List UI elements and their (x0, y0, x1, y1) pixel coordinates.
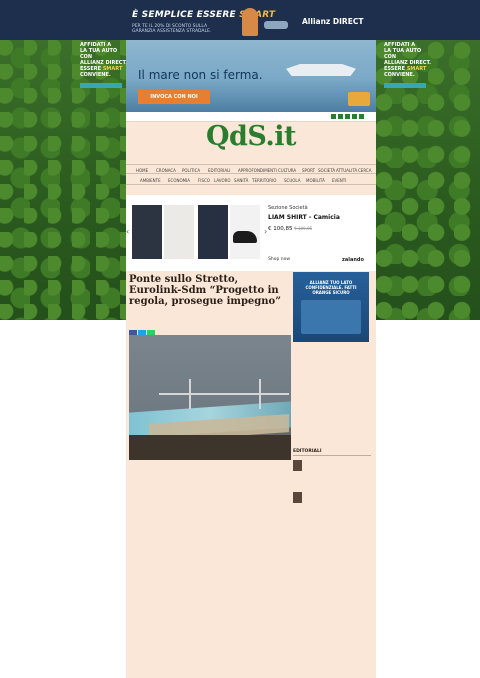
nav-item-2[interactable]: CRONACA (156, 168, 176, 173)
product-ad[interactable]: ‹ › Sezione Società LIAM SHIRT - Camicia… (126, 195, 376, 271)
share-buttons (129, 323, 156, 338)
main-nav: HOME CRONACA POLITICA EDITORIALI APPROFO… (126, 164, 376, 174)
secondary-nav: AMBIENTE ECONOMIA FISCO LAVORO SANITÀ TE… (126, 175, 376, 185)
side-ad-title: AFFIDATI A LA TUA AUTO CON ALLIANZ DIREC… (80, 42, 130, 78)
nav2-item-1[interactable]: AMBIENTE (140, 178, 161, 183)
allianz-direct-logo: Allianz DIRECT (302, 17, 363, 26)
nav-item-1[interactable]: HOME (136, 168, 148, 173)
sidebar-ad-image (301, 300, 361, 334)
nav2-item-2[interactable]: ECONOMIA (168, 178, 190, 183)
chevron-right-icon[interactable]: › (264, 227, 267, 236)
logo-main: QdS (205, 121, 266, 152)
skin-right-ad-text[interactable]: AFFIDATI A LA TUA AUTO CON ALLIANZ DIREC… (384, 42, 434, 88)
sea-ad-logo (348, 92, 370, 106)
shop-now-link[interactable]: Shop now (268, 257, 290, 262)
top-banner-ad[interactable]: È SEMPLICE ESSERE SMART PER TE IL 20% DI… (126, 6, 376, 38)
product-info: Sezione Società LIAM SHIRT - Camicia € 1… (268, 205, 372, 263)
article-title: Ponte sullo Stretto, Eurolink-Sdm “Proge… (129, 274, 281, 307)
side-ad-r-line2: LA TUA AUTO CON (384, 48, 422, 60)
product-photo-3[interactable] (198, 205, 228, 259)
product-store: Sezione Società (268, 205, 308, 211)
instagram-icon[interactable] (345, 114, 350, 119)
author-avatar (293, 460, 302, 471)
side-ad-button[interactable] (80, 83, 122, 88)
author-avatar (293, 492, 302, 503)
nav2-item-4[interactable]: LAVORO (214, 178, 231, 183)
product-name[interactable]: LIAM SHIRT - Camicia (268, 214, 372, 221)
sea-ad-text: Il mare non si ferma. (138, 68, 263, 82)
nav-item-8[interactable]: SOCIETÀ (318, 168, 335, 173)
product-photo-4[interactable] (230, 205, 260, 259)
nav2-item-5[interactable]: SANITÀ (234, 178, 248, 183)
search-icon[interactable]: CERCA (358, 168, 371, 173)
nav2-item-8[interactable]: MOBILITÀ (306, 178, 325, 183)
sidebar-ad-text: ALLIANZ TUO LATO CONFIDENZIALE. FATTI OR… (305, 280, 357, 295)
side-ad-line6: CONVIENE. (80, 72, 111, 78)
photo-pylon-1 (189, 379, 191, 409)
nav-item-3[interactable]: POLITICA (182, 168, 200, 173)
youtube-icon[interactable] (352, 114, 357, 119)
zalando-logo[interactable]: zalando (342, 257, 364, 263)
leaderboard-ad[interactable]: Il mare non si ferma. INVOCA CON NOI (126, 40, 376, 112)
page: È SEMPLICE ESSERE SMART PER TE IL 20% DI… (0, 0, 480, 678)
editorial-section-title: EDITORIALI (293, 449, 371, 456)
top-banner-sub: PER TE IL 20% DI SCONTO SULLA GARANZIA A… (132, 24, 212, 34)
logo-ext: .it (265, 121, 297, 152)
nav2-item-7[interactable]: SCUOLA (284, 178, 300, 183)
brand-allianz: Allianz (302, 17, 333, 26)
sea-ad-button[interactable]: INVOCA CON NOI (138, 90, 210, 104)
ferry-image (286, 64, 356, 76)
nav2-item-3[interactable]: FISCO (198, 178, 210, 183)
nav-item-6[interactable]: CULTURA (278, 168, 296, 173)
site-logo-area[interactable]: QdS.it (126, 122, 376, 160)
sidebar-ad[interactable]: ALLIANZ TUO LATO CONFIDENZIALE. FATTI OR… (293, 272, 369, 342)
facebook-icon[interactable] (331, 114, 336, 119)
banner-person-image (242, 8, 258, 36)
chevron-left-icon[interactable]: ‹ (126, 227, 129, 236)
nav-item-4[interactable]: EDITORIALI (208, 168, 230, 173)
side-ad-line2: LA TUA AUTO CON (80, 48, 118, 60)
site-logo[interactable]: QdS.it (126, 122, 376, 152)
nav2-item-9[interactable]: EVENTI (332, 178, 346, 183)
side-ad-button-right[interactable] (384, 83, 426, 88)
photo-table (129, 435, 291, 460)
photo-pylon-2 (259, 379, 261, 409)
product-price-now: € 100,85 (268, 226, 293, 232)
side-ad-r-line6: CONVIENE. (384, 72, 415, 78)
twitter-icon[interactable] (338, 114, 343, 119)
side-ad-title-right: AFFIDATI A LA TUA AUTO CON ALLIANZ DIREC… (384, 42, 434, 78)
nav-item-9[interactable]: ATTUALITÀ (336, 168, 357, 173)
product-photo-1[interactable] (132, 205, 162, 259)
nav-item-5[interactable]: APPROFONDIMENTI (238, 168, 277, 173)
product-price: € 100,85 € 109,95 (268, 226, 372, 232)
linkedin-icon[interactable] (359, 114, 364, 119)
product-price-old: € 109,95 (294, 226, 313, 231)
top-banner-headline-text: È SEMPLICE ESSERE (132, 10, 240, 20)
brand-direct: DIRECT (332, 17, 364, 26)
product-photo-2[interactable] (164, 205, 194, 259)
banner-car-image (264, 21, 288, 29)
photo-bridge (159, 393, 289, 395)
nav2-item-6[interactable]: TERRITORIO (252, 178, 276, 183)
nav-item-7[interactable]: SPORT (302, 168, 315, 173)
article-photo (129, 335, 291, 460)
skin-left-ad-text[interactable]: AFFIDATI A LA TUA AUTO CON ALLIANZ DIREC… (80, 42, 130, 88)
